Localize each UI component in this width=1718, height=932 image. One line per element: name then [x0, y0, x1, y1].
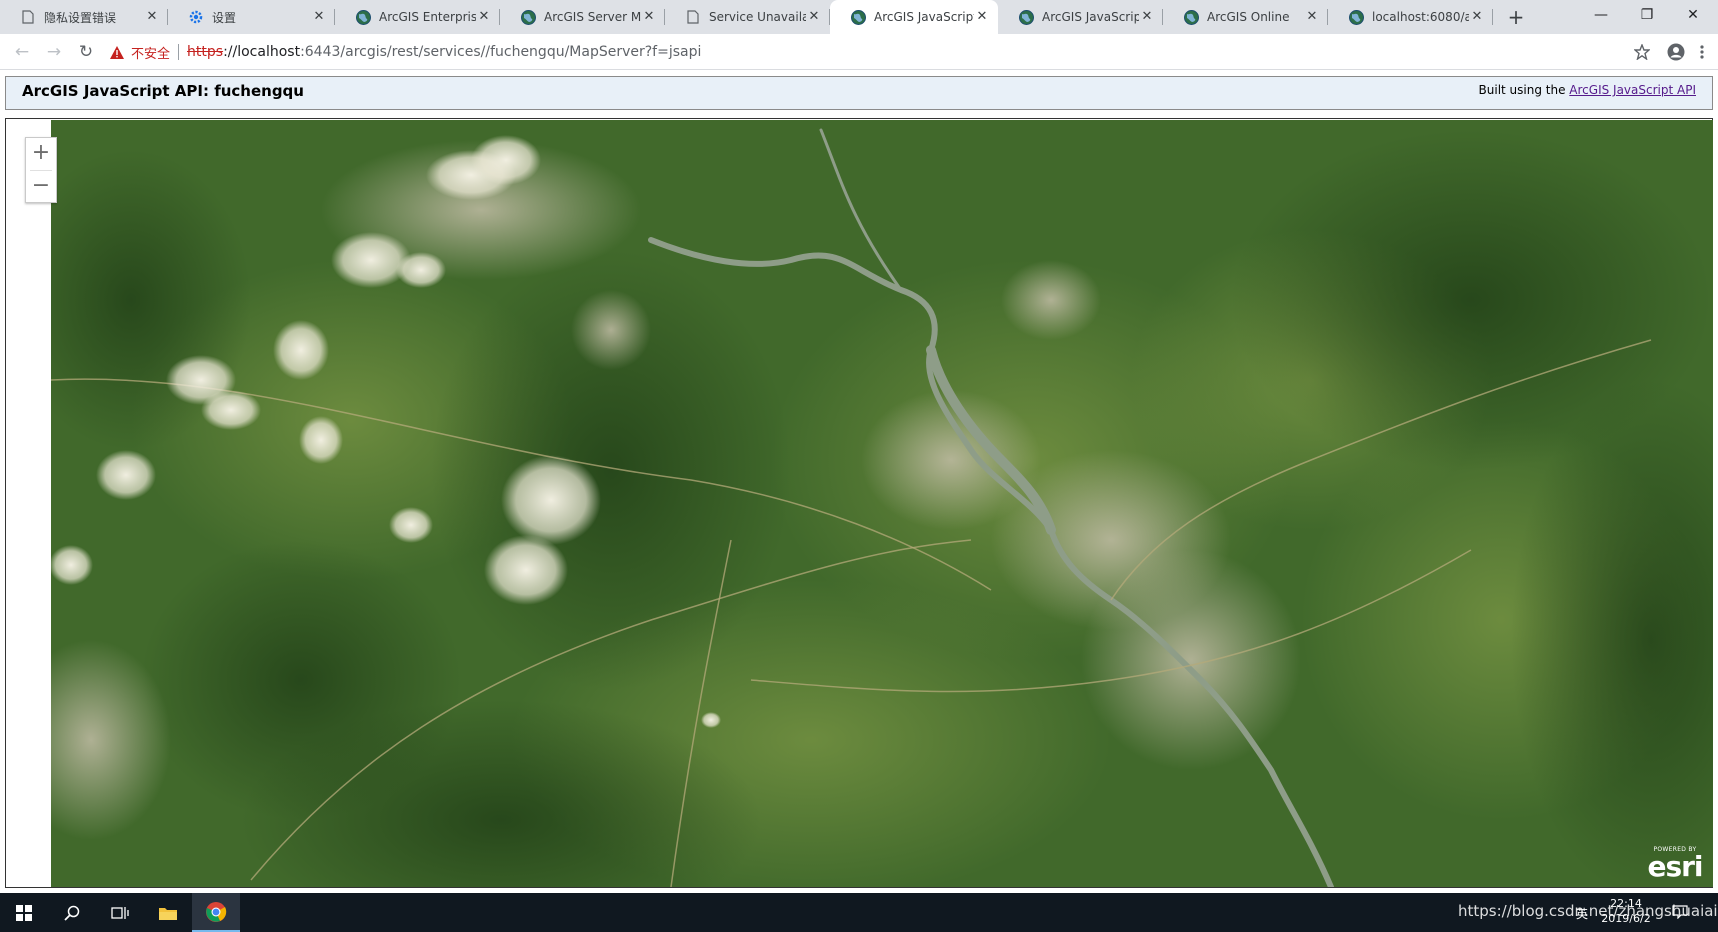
tab-close-icon[interactable]: ✕ [806, 9, 822, 25]
tab-title: localhost:6080/ar [1372, 10, 1469, 24]
forward-button[interactable]: → [42, 40, 66, 64]
browser-tab[interactable]: ArcGIS JavaScript ✕ [998, 0, 1163, 34]
menu-kebab-icon[interactable] [1692, 42, 1712, 62]
browser-tab[interactable]: ArcGIS Server Ma ✕ [500, 0, 665, 34]
url-path: :6443/arcgis/rest/services//fuchengqu/Ma… [300, 44, 702, 60]
browser-toolbar: ← → ↻ 不安全 https://localhost:6443/arcgis/… [0, 34, 1718, 70]
globe-icon [520, 9, 536, 25]
clock-date: 2019/6/2 [1601, 912, 1651, 925]
globe-icon [1183, 9, 1199, 25]
tab-strip: 隐私设置错误 ✕ 设置 ✕ ArcGIS Enterprise ✕ ArcGIS Serve… [0, 0, 1718, 34]
address-divider [178, 44, 180, 60]
browser-tab[interactable]: 设置 ✕ [168, 0, 335, 34]
tab-title: 设置 [212, 10, 237, 25]
page-title: ArcGIS JavaScript API: fuchengqu [22, 82, 304, 100]
zoom-out-button[interactable]: − [26, 171, 56, 203]
esri-brand: esri [1647, 850, 1703, 883]
minimize-button[interactable]: — [1578, 0, 1624, 30]
page-header: ArcGIS JavaScript API: fuchengqu Built u… [5, 76, 1713, 110]
tab-close-icon[interactable]: ✕ [974, 9, 990, 25]
arcgis-api-link[interactable]: ArcGIS JavaScript API [1569, 83, 1696, 97]
tab-title: ArcGIS JavaScript [874, 10, 974, 24]
profile-avatar-icon[interactable] [1666, 42, 1686, 62]
maximize-button[interactable]: ❐ [1624, 0, 1670, 30]
tab-title: ArcGIS Online [1207, 10, 1290, 24]
back-button[interactable]: ← [10, 40, 34, 64]
ime-indicator[interactable]: 英 [1576, 905, 1588, 922]
tab-close-icon[interactable]: ✕ [311, 9, 327, 25]
globe-icon [850, 9, 866, 25]
satellite-imagery [51, 120, 1713, 887]
windows-taskbar: https://blog.csdn.net/zhangshuaiai 英 22:… [0, 893, 1718, 932]
browser-tab[interactable]: ArcGIS Online ✕ [1163, 0, 1328, 34]
tab-close-icon[interactable]: ✕ [641, 9, 657, 25]
system-clock[interactable]: 22:14 2019/6/2 [1596, 896, 1656, 926]
bookmark-star-icon[interactable] [1632, 42, 1652, 62]
browser-tab[interactable]: ArcGIS Enterprise ✕ [335, 0, 500, 34]
file-explorer-icon[interactable] [144, 893, 192, 932]
browser-tab[interactable]: ArcGIS JavaScript ✕ [830, 0, 998, 34]
built-using-note: Built using the ArcGIS JavaScript API [1479, 83, 1696, 97]
new-tab-button[interactable]: + [1504, 6, 1528, 30]
tab-close-icon[interactable]: ✕ [1304, 9, 1320, 25]
globe-icon [1348, 9, 1364, 25]
tab-close-icon[interactable]: ✕ [1139, 9, 1155, 25]
reload-button[interactable]: ↻ [74, 40, 98, 64]
esri-attribution-logo[interactable]: POWERED BY esri [1644, 846, 1706, 882]
clock-time: 22:14 [1610, 897, 1642, 910]
tab-title: ArcGIS Server Ma [544, 10, 641, 24]
zoom-in-button[interactable]: + [26, 138, 56, 170]
url-host: ://localhost [223, 44, 301, 60]
windows-start-icon[interactable] [0, 893, 48, 932]
tab-title: ArcGIS JavaScript [1042, 10, 1139, 24]
search-icon[interactable] [48, 893, 96, 932]
document-icon [685, 9, 701, 25]
map-frame [5, 118, 1713, 888]
url-scheme: https [187, 44, 224, 60]
warning-icon[interactable] [110, 44, 126, 60]
browser-tab[interactable]: localhost:6080/ar ✕ [1328, 0, 1493, 34]
built-using-prefix: Built using the [1478, 83, 1570, 97]
browser-tab[interactable]: Service Unavailab✕ [665, 0, 830, 34]
zoom-control: + − [25, 137, 57, 203]
browser-tab[interactable]: 隐私设置错误 ✕ [0, 0, 168, 34]
tab-title: 隐私设置错误 [44, 10, 117, 25]
tab-close-icon[interactable]: ✕ [1469, 9, 1485, 25]
globe-icon [355, 9, 371, 25]
notification-center-icon[interactable] [1672, 905, 1688, 922]
globe-icon [1018, 9, 1034, 25]
document-icon [20, 9, 36, 25]
security-status[interactable]: 不安全 [131, 43, 170, 62]
tab-title: Service Unavailab [709, 10, 806, 24]
tab-title: ArcGIS Enterprise [379, 10, 476, 24]
tab-close-icon[interactable]: ✕ [144, 9, 160, 25]
address-bar[interactable]: 不安全 https://localhost:6443/arcgis/rest/s… [110, 39, 1580, 65]
close-window-button[interactable]: ✕ [1670, 0, 1716, 30]
chrome-taskbar-icon[interactable] [192, 893, 240, 932]
map-view[interactable] [51, 120, 1713, 887]
tab-close-icon[interactable]: ✕ [476, 9, 492, 25]
task-view-icon[interactable] [96, 893, 144, 932]
gear-icon [188, 9, 204, 25]
